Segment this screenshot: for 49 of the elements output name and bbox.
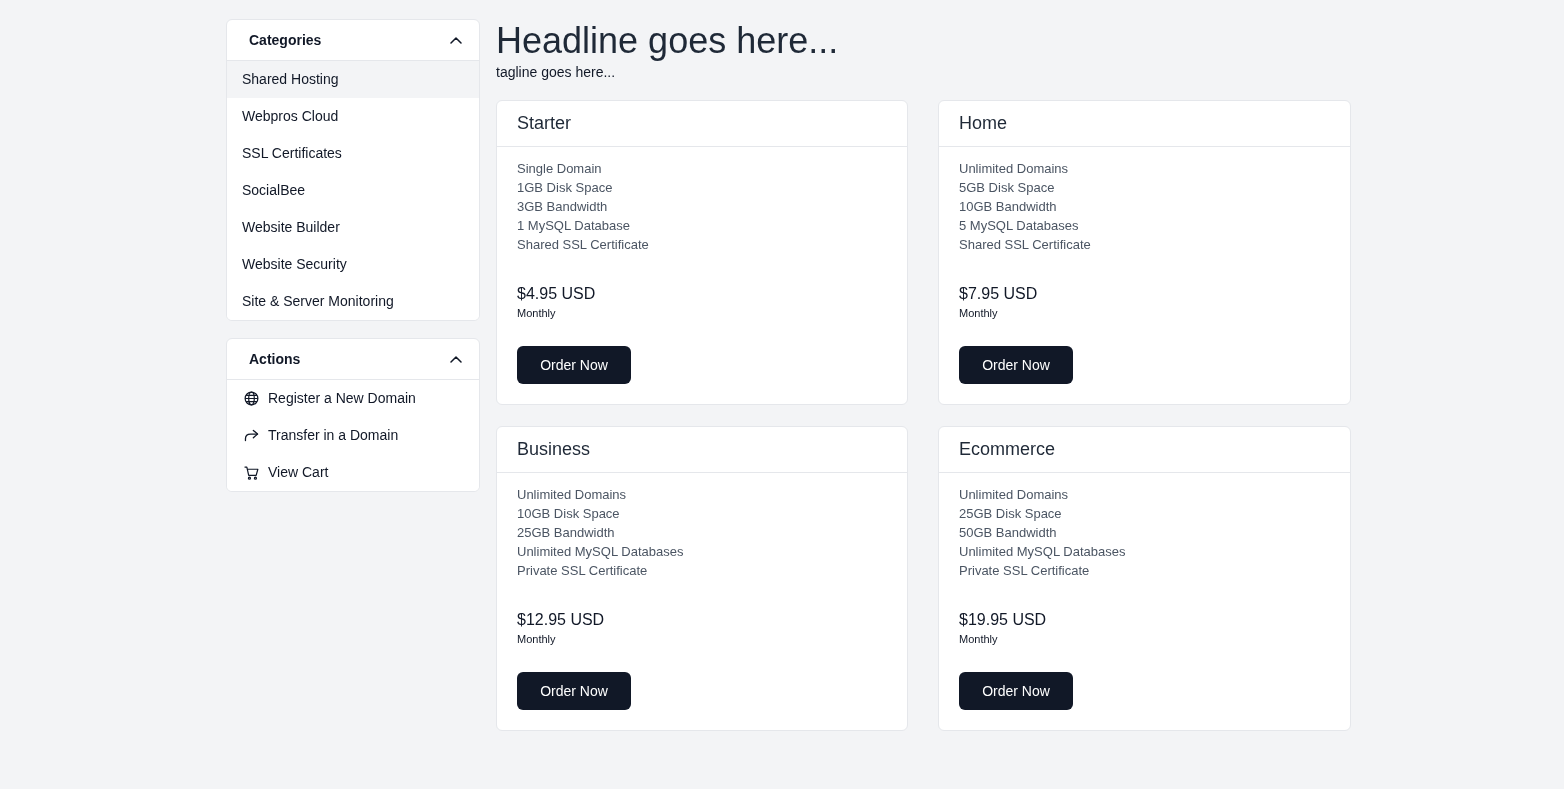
- feature-text: Private SSL Certificate: [517, 562, 648, 580]
- category-item[interactable]: Shared Hosting: [227, 61, 479, 98]
- action-label: Register a New Domain: [268, 389, 416, 408]
- billing-cycle: Monthly: [959, 306, 998, 321]
- cart-icon: [244, 465, 259, 480]
- order-button[interactable]: Order Now: [959, 672, 1073, 710]
- feature-text: 5GB Disk Space: [959, 179, 1055, 197]
- product-name: Home: [959, 112, 1007, 135]
- billing-cycle: Monthly: [517, 632, 556, 647]
- panel-title: Actions: [249, 349, 301, 369]
- feature-text: 25GB Bandwidth: [517, 524, 615, 542]
- feature-text: Unlimited MySQL Databases: [959, 543, 1126, 561]
- product-name: Starter: [517, 112, 572, 135]
- billing-cycle: Monthly: [517, 306, 556, 321]
- price-text: $19.95 USD: [959, 610, 1047, 630]
- feature-text: 1 MySQL Database: [517, 217, 630, 235]
- feature-text: Shared SSL Certificate: [959, 236, 1091, 254]
- feature-text: Unlimited MySQL Databases: [517, 543, 684, 561]
- feature-text: 10GB Disk Space: [517, 505, 620, 523]
- feature-text: Single Domain: [517, 160, 602, 178]
- panel-title: Categories: [249, 30, 322, 50]
- feature-text: 5 MySQL Databases: [959, 217, 1079, 235]
- price-text: $4.95 USD: [517, 284, 596, 304]
- feature-text: 3GB Bandwidth: [517, 198, 608, 216]
- page-headline: Headline goes here...: [496, 19, 839, 63]
- feature-text: 10GB Bandwidth: [959, 198, 1057, 216]
- curved-arrow-icon: [244, 429, 259, 442]
- feature-text: Unlimited Domains: [959, 160, 1069, 178]
- order-button[interactable]: Order Now: [517, 672, 631, 710]
- billing-cycle: Monthly: [959, 632, 998, 647]
- product-name: Ecommerce: [959, 438, 1056, 461]
- order-button[interactable]: Order Now: [517, 346, 631, 384]
- action-label: Transfer in a Domain: [268, 426, 399, 445]
- feature-text: 25GB Disk Space: [959, 505, 1062, 523]
- feature-text: 1GB Disk Space: [517, 179, 613, 197]
- action-label: View Cart: [268, 463, 329, 482]
- price-text: $7.95 USD: [959, 284, 1038, 304]
- feature-text: Unlimited Domains: [517, 486, 627, 504]
- product-name: Business: [517, 438, 591, 461]
- feature-text: 50GB Bandwidth: [959, 524, 1057, 542]
- feature-text: Private SSL Certificate: [959, 562, 1090, 580]
- collapse-chevron-icon[interactable]: [450, 355, 462, 363]
- collapse-chevron-icon[interactable]: [450, 36, 462, 44]
- feature-text: Unlimited Domains: [959, 486, 1069, 504]
- globe-icon: [244, 391, 259, 406]
- page-tagline: tagline goes here...: [496, 63, 616, 81]
- price-text: $12.95 USD: [517, 610, 605, 630]
- order-button[interactable]: Order Now: [959, 346, 1073, 384]
- feature-text: Shared SSL Certificate: [517, 236, 649, 254]
